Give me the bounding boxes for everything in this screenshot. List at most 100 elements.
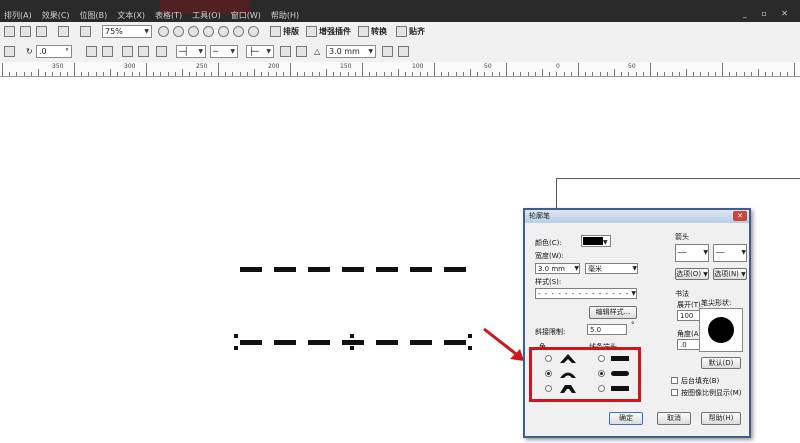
dialog-title-bar[interactable]: 轮廓笔 ✕ <box>525 210 749 223</box>
dash-segment[interactable] <box>376 340 398 345</box>
to-front-icon[interactable] <box>398 45 409 58</box>
ruler-tick <box>383 72 385 76</box>
reverse-direction-icon[interactable] <box>280 45 291 58</box>
rotation-field[interactable]: .0 ° <box>36 45 72 58</box>
mirror-h-icon[interactable] <box>86 45 97 58</box>
zoom-all-icon[interactable] <box>203 25 214 38</box>
help-button[interactable]: 帮助(H) <box>701 412 741 425</box>
ok-button[interactable]: 确定 <box>609 412 643 425</box>
dash-segment[interactable] <box>240 340 262 345</box>
menu-window[interactable]: 窗口(W) <box>227 10 267 21</box>
dash-segment[interactable] <box>410 340 432 345</box>
selection-handle[interactable] <box>350 334 354 338</box>
zoom-page-icon[interactable] <box>218 25 229 38</box>
zoom-width-icon[interactable] <box>233 25 244 38</box>
arrow-options-right[interactable]: 选项(N) ▼ <box>713 268 747 280</box>
ruler-tick <box>585 72 587 76</box>
arrow-options-left[interactable]: 选项(O) ▼ <box>675 268 709 280</box>
dash-segment[interactable] <box>274 340 296 345</box>
ruler-tick <box>563 72 565 76</box>
cut-icon[interactable] <box>20 25 31 38</box>
menu-arrange[interactable]: 排列(A) <box>0 10 38 21</box>
ruler-tick <box>513 72 515 76</box>
ruler-tick <box>650 63 651 76</box>
ruler-tick <box>38 69 39 76</box>
ruler-label: 200 <box>268 63 280 70</box>
node-icon[interactable] <box>122 45 133 58</box>
menu-text[interactable]: 文本(X) <box>113 10 151 21</box>
outline-width-value: 3.0 mm <box>329 47 360 56</box>
ruler-tick <box>52 72 54 76</box>
copy-icon[interactable] <box>4 25 15 38</box>
line-icon[interactable] <box>138 45 149 58</box>
lock-icon[interactable] <box>4 45 15 58</box>
behind-fill-checkbox[interactable] <box>671 377 678 384</box>
chevron-down-icon: ▼ <box>632 265 637 272</box>
nib-shape-preview[interactable] <box>699 308 743 352</box>
ruler-tick <box>628 72 630 76</box>
color-picker[interactable]: ▼ <box>581 235 611 247</box>
ruler-tick <box>124 72 126 76</box>
zoom-height-icon[interactable] <box>248 25 259 38</box>
line-style-select[interactable]: ─ ▼ <box>210 45 238 58</box>
start-arrow-select[interactable]: ─┤ ▼ <box>176 45 206 58</box>
edit-style-button[interactable]: 编辑样式... <box>589 306 637 319</box>
dash-segment[interactable] <box>444 340 466 345</box>
horizontal-ruler[interactable]: 350 300 250 200 150 100 50 0 50 <box>0 62 800 77</box>
print-icon[interactable] <box>58 25 69 38</box>
dash-segment[interactable] <box>308 340 330 345</box>
plugin-button[interactable]: 增强插件 <box>306 25 351 38</box>
selection-handle[interactable] <box>468 346 472 350</box>
start-arrow-picker[interactable]: ── ▼ <box>675 244 709 262</box>
style-sample: - - - - - - - - - - - - - - <box>538 290 630 298</box>
zoom-selected-icon[interactable] <box>188 25 199 38</box>
selection-handle[interactable] <box>234 334 238 338</box>
color-label: 颜色(C): <box>535 239 562 247</box>
color-swatch <box>583 237 603 245</box>
wrap-text-icon[interactable] <box>382 45 393 58</box>
menu-help[interactable]: 帮助(H) <box>267 10 305 21</box>
ruler-tick <box>592 72 594 76</box>
weld-icon[interactable] <box>156 45 167 58</box>
selection-handle[interactable] <box>350 346 354 350</box>
menu-tools[interactable]: 工具(O) <box>188 10 227 21</box>
convert-button[interactable]: 转换 <box>358 25 387 38</box>
end-arrow-picker[interactable]: ── ▼ <box>713 244 747 262</box>
scale-with-image-checkbox[interactable] <box>671 389 678 396</box>
menu-bitmaps[interactable]: 位图(B) <box>76 10 114 21</box>
align-icon[interactable] <box>80 25 91 38</box>
selection-handle[interactable] <box>468 334 472 338</box>
unit-select[interactable]: 毫米 ▼ <box>585 263 638 274</box>
default-button[interactable]: 默认(D) <box>701 357 741 369</box>
menu-effects[interactable]: 效果(C) <box>38 10 76 21</box>
zoom-combo[interactable]: 75% ▼ <box>102 25 152 38</box>
mirror-v-icon[interactable] <box>102 45 113 58</box>
paste-icon[interactable] <box>36 25 47 38</box>
ruler-tick <box>455 72 457 76</box>
typeset-button[interactable]: 排版 <box>270 25 299 38</box>
outline-width-select[interactable]: 3.0 mm ▼ <box>326 45 376 58</box>
scale-with-image-label: 按图像比例显示(M) <box>681 389 742 397</box>
end-arrow-select[interactable]: ├─ ▼ <box>246 45 274 58</box>
selection-handle[interactable] <box>234 346 238 350</box>
dash-segment[interactable] <box>342 340 364 345</box>
miter-field[interactable]: 5.0 <box>587 324 627 335</box>
paste-snap-button[interactable]: 贴齐 <box>396 25 425 38</box>
ruler-tick <box>340 72 342 76</box>
chevron-down-icon: ▼ <box>198 48 203 55</box>
ruler-label: 0 <box>556 63 560 70</box>
width-select[interactable]: 3.0 mm ▼ <box>535 263 580 274</box>
style-select[interactable]: - - - - - - - - - - - - - - ▼ <box>535 288 637 299</box>
window-controls[interactable]: _ ▫ ✕ <box>743 9 794 18</box>
menu-table[interactable]: 表格(T) <box>151 10 188 21</box>
width-value: 3.0 mm <box>538 265 565 273</box>
close-icon[interactable]: ✕ <box>733 211 747 221</box>
chevron-down-icon: ▼ <box>631 290 636 297</box>
ruler-tick <box>714 72 716 76</box>
zoom-in-icon[interactable] <box>158 25 169 38</box>
cancel-button[interactable]: 取消 <box>657 412 691 425</box>
zoom-out-icon[interactable] <box>173 25 184 38</box>
ruler-tick <box>549 72 551 76</box>
close-curve-icon[interactable] <box>296 45 307 58</box>
miter-label: 斜接限制: <box>535 328 566 336</box>
